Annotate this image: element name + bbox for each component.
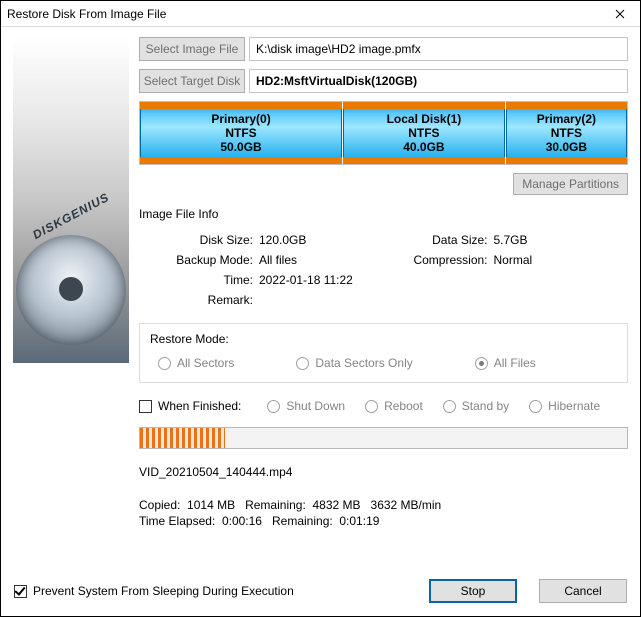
manage-partitions-button[interactable]: Manage Partitions <box>513 173 628 195</box>
partition-size: 50.0GB <box>220 140 261 154</box>
radio-icon <box>529 400 542 413</box>
remark-label: Remark: <box>169 293 253 307</box>
disk-size-value: 120.0GB <box>259 233 392 247</box>
backup-mode-label: Backup Mode: <box>169 253 253 267</box>
remaining-time-label: Remaining: <box>272 514 333 528</box>
close-icon <box>615 9 625 19</box>
prevent-sleep-label: Prevent System From Sleeping During Exec… <box>33 584 294 598</box>
radio-label: All Files <box>494 356 536 370</box>
partition-0[interactable]: Primary(0)NTFS50.0GB <box>140 102 342 164</box>
sidebar-illustration-pane: DISKGENIUS <box>13 37 129 529</box>
radio-label: Shut Down <box>286 399 345 413</box>
partition-fs: NTFS <box>408 126 439 140</box>
compression-label: Compression: <box>398 253 488 267</box>
image-file-info-title: Image File Info <box>139 207 628 221</box>
radio-label: Stand by <box>462 399 509 413</box>
when-finished-radio-stand-by[interactable]: Stand by <box>443 399 509 413</box>
partition-fs: NTFS <box>551 126 582 140</box>
select-target-disk-button[interactable]: Select Target Disk <box>139 69 245 93</box>
remaining-time-value: 0:01:19 <box>339 514 379 528</box>
target-disk-field[interactable]: HD2:MsftVirtualDisk(120GB) <box>249 69 628 93</box>
when-finished-radio-shut-down[interactable]: Shut Down <box>267 399 345 413</box>
disk-size-label: Disk Size: <box>169 233 253 247</box>
cancel-button[interactable]: Cancel <box>539 579 627 603</box>
when-finished-label: When Finished: <box>158 399 241 413</box>
radio-label: Reboot <box>384 399 423 413</box>
compression-value: Normal <box>494 253 627 267</box>
close-button[interactable] <box>600 1 640 27</box>
partition-band: Primary(0)NTFS50.0GBLocal Disk(1)NTFS40.… <box>139 101 628 165</box>
radio-icon <box>475 357 488 370</box>
radio-icon <box>296 357 309 370</box>
restore-mode-radio-all-files[interactable]: All Files <box>475 356 536 370</box>
partition-name: Primary(0) <box>211 112 270 126</box>
radio-icon <box>267 400 280 413</box>
remark-value <box>259 293 392 307</box>
restore-mode-radio-all-sectors[interactable]: All Sectors <box>158 356 234 370</box>
time-value: 2022-01-18 11:22 <box>259 273 392 287</box>
checkbox-icon <box>14 585 27 598</box>
stop-button[interactable]: Stop <box>429 579 517 603</box>
partition-name: Primary(2) <box>537 112 596 126</box>
footer: Prevent System From Sleeping During Exec… <box>0 569 641 617</box>
radio-label: Hibernate <box>548 399 600 413</box>
data-size-label: Data Size: <box>398 233 488 247</box>
image-file-info-grid: Disk Size: 120.0GB Data Size: 5.7GB Back… <box>139 229 628 309</box>
data-size-value: 5.7GB <box>494 233 627 247</box>
current-file-label: VID_20210504_140444.mp4 <box>139 465 628 479</box>
radio-icon <box>365 400 378 413</box>
radio-label: Data Sectors Only <box>315 356 412 370</box>
copied-label: Copied: <box>139 498 180 512</box>
titlebar: Restore Disk From Image File <box>1 1 640 27</box>
radio-icon <box>443 400 456 413</box>
progress-bar <box>139 427 628 449</box>
radio-label: All Sectors <box>177 356 234 370</box>
remaining-mb-value: 4832 MB <box>312 498 360 512</box>
select-image-file-button[interactable]: Select Image File <box>139 37 245 61</box>
partition-size: 40.0GB <box>403 140 444 154</box>
window-title: Restore Disk From Image File <box>7 7 600 21</box>
partition-name: Local Disk(1) <box>387 112 462 126</box>
partition-size: 30.0GB <box>546 140 587 154</box>
partition-2[interactable]: Primary(2)NTFS30.0GB <box>506 102 627 164</box>
restore-mode-group: Restore Mode: All Sectors Data Sectors On… <box>139 323 628 383</box>
partition-1[interactable]: Local Disk(1)NTFS40.0GB <box>343 102 505 164</box>
when-finished-radio-hibernate[interactable]: Hibernate <box>529 399 600 413</box>
remaining-mb-label: Remaining: <box>245 498 306 512</box>
when-finished-radio-reboot[interactable]: Reboot <box>365 399 423 413</box>
transfer-stats: Copied: 1014 MB Remaining: 4832 MB 3632 … <box>139 497 628 529</box>
rate-value: 3632 MB/min <box>371 498 442 512</box>
image-file-path-field[interactable]: K:\disk image\HD2 image.pmfx <box>249 37 628 61</box>
partition-fs: NTFS <box>225 126 256 140</box>
restore-mode-radio-data-sectors-only[interactable]: Data Sectors Only <box>296 356 412 370</box>
disk-illustration: DISKGENIUS <box>13 37 129 363</box>
time-label: Time: <box>169 273 253 287</box>
radio-icon <box>158 357 171 370</box>
elapsed-value: 0:00:16 <box>222 514 262 528</box>
when-finished-checkbox[interactable]: When Finished: <box>139 399 241 413</box>
elapsed-label: Time Elapsed: <box>139 514 215 528</box>
checkbox-icon <box>139 400 152 413</box>
backup-mode-value: All files <box>259 253 392 267</box>
prevent-sleep-checkbox[interactable]: Prevent System From Sleeping During Exec… <box>14 584 294 598</box>
copied-value: 1014 MB <box>187 498 235 512</box>
restore-mode-title: Restore Mode: <box>150 332 617 346</box>
